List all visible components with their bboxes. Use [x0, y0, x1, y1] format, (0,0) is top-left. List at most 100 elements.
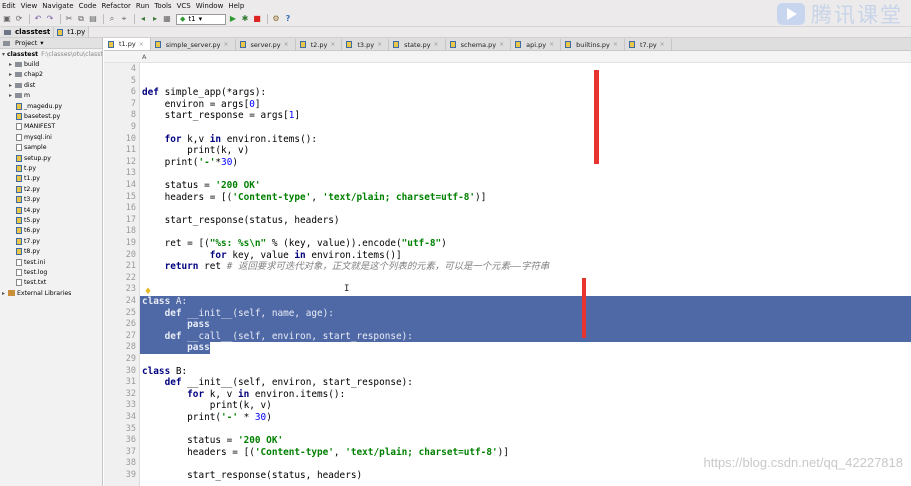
code-line[interactable]: 17 start_response(status, headers)	[104, 215, 911, 227]
expand-arrow-icon[interactable]: ▾	[2, 51, 5, 58]
replace-icon[interactable]: ⌖	[119, 14, 129, 24]
code-line[interactable]: 22	[104, 273, 911, 285]
close-tab-icon[interactable]: ×	[284, 41, 289, 48]
tree-file[interactable]: test.log	[0, 267, 102, 277]
tree-folder[interactable]: ▸ m	[0, 91, 102, 101]
code-line[interactable]: 13	[104, 168, 911, 180]
tree-file[interactable]: t1.py	[0, 174, 102, 184]
code-line[interactable]: 19 ret = [("%s: %s\n" % (key, value)).en…	[104, 238, 911, 250]
back-icon[interactable]: ◂	[138, 14, 148, 24]
tree-file[interactable]: t7.py	[0, 236, 102, 246]
tab-t2-py[interactable]: t2.py ×	[296, 39, 343, 50]
close-tab-icon[interactable]: ×	[549, 41, 554, 48]
tab-api-py[interactable]: api.py ×	[511, 39, 562, 50]
close-tab-icon[interactable]: ×	[224, 41, 229, 48]
code-line[interactable]: 23	[104, 284, 911, 296]
tree-file[interactable]: MANIFEST	[0, 122, 102, 132]
tree-file[interactable]: mysql.ini	[0, 132, 102, 142]
code-line[interactable]: 25 def __init__(self, name, age):	[104, 308, 911, 320]
close-tab-icon[interactable]: ×	[139, 41, 144, 48]
close-tab-icon[interactable]: ×	[660, 41, 665, 48]
help-icon[interactable]: ?	[283, 14, 293, 24]
cut-icon[interactable]: ✂	[64, 14, 74, 24]
menu-help[interactable]: Help	[228, 2, 244, 10]
menu-tools[interactable]: Tools	[154, 2, 171, 10]
tab-builtins-py[interactable]: builtins.py ×	[561, 39, 625, 50]
tab-t1-py[interactable]: t1.py ×	[104, 38, 151, 50]
breadcrumb-file[interactable]: t1.py	[54, 27, 90, 37]
code-line[interactable]: 9	[104, 122, 911, 134]
code-line[interactable]: 36 status = '200 OK'	[104, 435, 911, 447]
tree-file[interactable]: sample	[0, 143, 102, 153]
close-tab-icon[interactable]: ×	[330, 41, 335, 48]
code-line[interactable]: 34 print('-' * 30)	[104, 412, 911, 424]
tree-file[interactable]: setup.py	[0, 153, 102, 163]
forward-icon[interactable]: ▸	[150, 14, 160, 24]
menu-view[interactable]: View	[21, 2, 38, 10]
find-icon[interactable]: ⌕	[107, 14, 117, 24]
tab-schema-py[interactable]: schema.py ×	[446, 39, 512, 50]
code-line[interactable]: 5	[104, 76, 911, 88]
menu-refactor[interactable]: Refactor	[102, 2, 131, 10]
code-line[interactable]: 15 headers = [('Content-type', 'text/pla…	[104, 192, 911, 204]
code-line[interactable]: 28 pass	[104, 342, 911, 354]
tree-folder[interactable]: ▸ dist	[0, 80, 102, 90]
menu-edit[interactable]: Edit	[2, 2, 16, 10]
code-line[interactable]: 33 print(k, v)	[104, 400, 911, 412]
tree-external-libraries[interactable]: ▸ External Libraries	[0, 288, 102, 298]
settings-icon[interactable]: ⚙	[271, 14, 281, 24]
save-icon[interactable]: ▣	[2, 14, 12, 24]
lightbulb-icon[interactable]: ♦	[144, 287, 152, 297]
code-line[interactable]: 27 def __call__(self, environ, start_res…	[104, 331, 911, 343]
code-line[interactable]: 24 class A:	[104, 296, 911, 308]
code-line[interactable]: 20 for key, value in environ.items()]	[104, 250, 911, 262]
code-line[interactable]: 26 pass	[104, 319, 911, 331]
close-tab-icon[interactable]: ×	[613, 41, 618, 48]
menu-vcs[interactable]: VCS	[177, 2, 191, 10]
stop-icon[interactable]: ■	[252, 14, 262, 24]
tree-file[interactable]: basetest.py	[0, 111, 102, 121]
tree-file[interactable]: t3.py	[0, 194, 102, 204]
tab-server-py[interactable]: server.py ×	[236, 39, 296, 50]
tree-file[interactable]: test.txt	[0, 278, 102, 288]
code-line[interactable]: 35	[104, 424, 911, 436]
code-line[interactable]: 6 def simple_app(*args):	[104, 87, 911, 99]
run-icon[interactable]: ▶	[228, 14, 238, 24]
code-line[interactable]: 10 for k,v in environ.items():	[104, 134, 911, 146]
close-tab-icon[interactable]: ×	[499, 41, 504, 48]
project-root[interactable]: ▾ classtest F:\classes\otu\classt	[0, 49, 102, 59]
menu-window[interactable]: Window	[196, 2, 224, 10]
code-line[interactable]: 39 start_response(status, headers)	[104, 470, 911, 482]
build-icon[interactable]: ▦	[162, 14, 172, 24]
code-crumb-label[interactable]: A	[142, 53, 146, 61]
tree-file[interactable]: t5.py	[0, 215, 102, 225]
tree-file[interactable]: t6.py	[0, 226, 102, 236]
code-line[interactable]: 32 for k, v in environ.items():	[104, 389, 911, 401]
tree-file[interactable]: _magedu.py	[0, 101, 102, 111]
code-line[interactable]: 8 start_response = args[1]	[104, 110, 911, 122]
run-configuration-select[interactable]: ◆ t1 ▾	[176, 13, 226, 25]
code-line[interactable]: 29	[104, 354, 911, 366]
tree-folder[interactable]: ▸ chap2	[0, 70, 102, 80]
tree-file[interactable]: test.ini	[0, 257, 102, 267]
tab-t3-py[interactable]: t3.py ×	[342, 39, 390, 50]
tab-simple-server-py[interactable]: simple_server.py ×	[151, 39, 236, 50]
tree-file[interactable]: t2.py	[0, 184, 102, 194]
tab-t7-py[interactable]: t7.py ×	[625, 39, 672, 50]
code-line[interactable]: 30 class B:	[104, 366, 911, 378]
undo-icon[interactable]: ↶	[33, 14, 43, 24]
tree-file[interactable]: t4.py	[0, 205, 102, 215]
code-line[interactable]: 12 print('-'*30)	[104, 157, 911, 169]
code-line[interactable]: 7 environ = args[0]	[104, 99, 911, 111]
tab-state-py[interactable]: state.py ×	[389, 39, 446, 50]
code-editor[interactable]: 4 5 6 def simple_app(*args): 7 environ = arg…	[104, 63, 911, 486]
copy-icon[interactable]: ⧉	[76, 14, 86, 24]
code-line[interactable]: 16	[104, 203, 911, 215]
code-line[interactable]: 11 print(k, v)	[104, 145, 911, 157]
tree-folder[interactable]: ▸ build	[0, 59, 102, 69]
close-tab-icon[interactable]: ×	[377, 41, 382, 48]
breadcrumb-project[interactable]: classtest	[1, 27, 55, 37]
code-line[interactable]: 31 def __init__(self, environ, start_res…	[104, 377, 911, 389]
close-tab-icon[interactable]: ×	[434, 41, 439, 48]
menu-navigate[interactable]: Navigate	[42, 2, 73, 10]
